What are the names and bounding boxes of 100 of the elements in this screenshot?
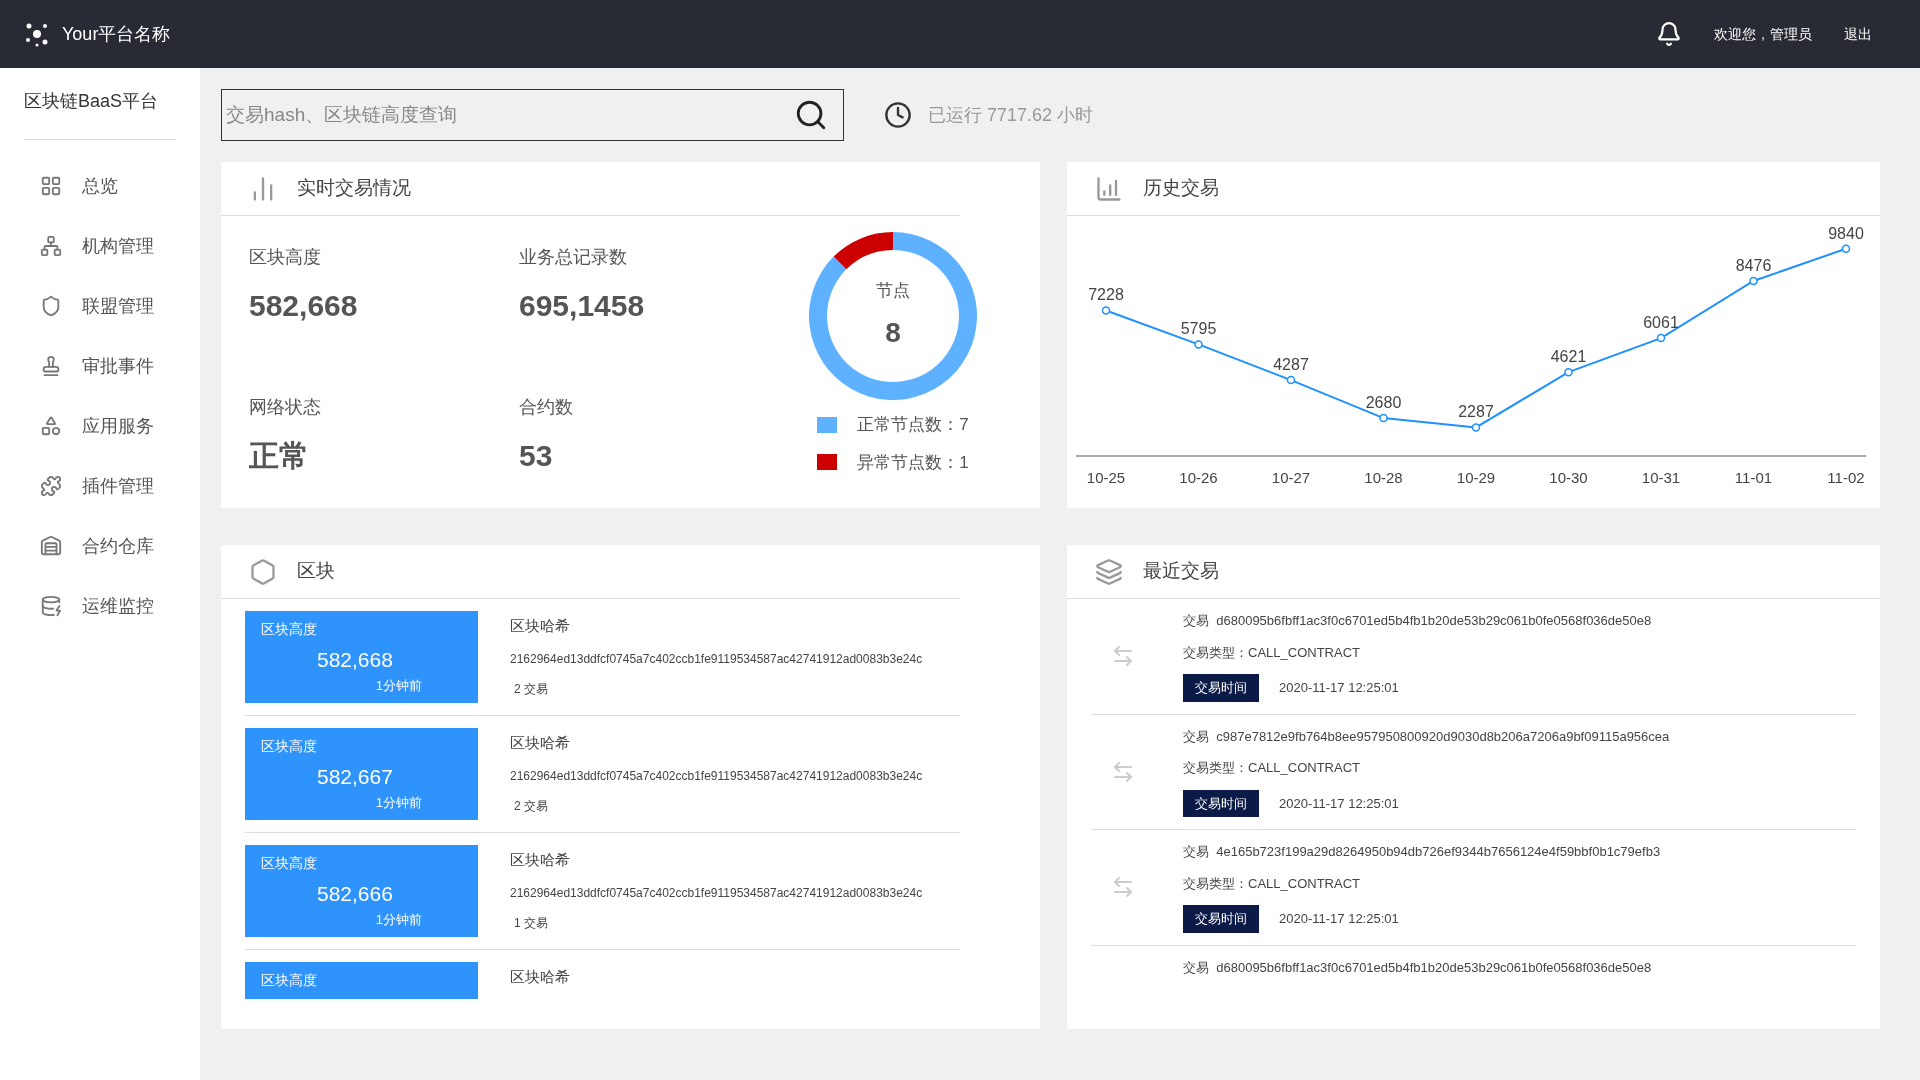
data-point	[1841, 244, 1851, 253]
transaction-time: 2020-11-17 12:25:01	[1279, 910, 1399, 928]
sidebar-item[interactable]: 合约仓库	[24, 516, 176, 576]
data-point	[1194, 340, 1203, 349]
block-hash-label: 区块哈希	[510, 733, 571, 753]
data-label: 2680	[1365, 394, 1402, 412]
block-height-label: 区块高度	[261, 854, 318, 873]
block-age: 1分钟前	[375, 910, 422, 929]
database-icon	[40, 595, 62, 617]
sidebar-item[interactable]: 运维监控	[24, 576, 176, 636]
transaction-type: 交易类型：CALL_CONTRACT	[1183, 643, 1361, 662]
transaction-count: 2 交易	[513, 680, 549, 698]
block-hash-label: 区块哈希	[510, 967, 570, 987]
puzzle-icon	[40, 475, 62, 497]
hexagon-icon	[249, 557, 277, 586]
stamp-icon	[40, 355, 62, 377]
panel-title: 最近交易	[1143, 559, 1219, 584]
x-tick-label: 10-27	[1271, 469, 1311, 486]
house-icon	[40, 535, 62, 557]
data-point	[1379, 413, 1388, 423]
block-height-label: 区块高度	[261, 737, 318, 756]
block-hash: 2162964ed13ddfcf0745a7c402ccb1fe9119534587ac42741912ad0083b3e24c	[510, 884, 923, 902]
data-point	[1471, 423, 1481, 432]
block-height: 582,666	[316, 881, 394, 907]
chart-icon	[1095, 174, 1123, 203]
sidebar-item[interactable]: 总览	[24, 156, 176, 216]
stat-label: 区块高度	[249, 246, 322, 269]
transaction-type: 交易类型：CALL_CONTRACT	[1183, 874, 1361, 893]
search-icon[interactable]	[794, 98, 828, 132]
data-label: 4621	[1550, 348, 1587, 366]
transfer-icon	[1111, 875, 1135, 900]
clock-icon	[884, 101, 912, 129]
data-label: 6061	[1643, 314, 1679, 332]
sidebar-title: 区块链BaaS平台	[24, 88, 176, 140]
block-hash-label: 区块哈希	[510, 616, 571, 636]
stat-value: 582,668	[249, 288, 359, 324]
transaction-count: 1 交易	[513, 914, 549, 932]
data-label: 9840	[1828, 224, 1864, 242]
donut-value: 8	[885, 315, 901, 350]
hierarchy-icon	[40, 235, 62, 257]
block-hash-label: 区块哈希	[510, 850, 571, 870]
notification-bell-icon[interactable]	[1656, 21, 1682, 47]
uptime-text: 已运行 7717.62 小时	[928, 103, 1094, 127]
donut-label: 节点	[876, 280, 910, 303]
shield-icon	[40, 295, 62, 317]
stat-value: 53	[519, 438, 554, 474]
block-height: 582,668	[316, 647, 394, 673]
stat-value: 正常	[249, 438, 310, 474]
sidebar-item[interactable]: 插件管理	[24, 456, 176, 516]
data-point	[1286, 375, 1296, 385]
block-height: 582,667	[316, 764, 394, 790]
transaction-hash[interactable]: 交易 d680095b6fbff1ac3f0c6701ed5b4fb1b20de53b29c061b0fe0568f036de50e8	[1183, 957, 1652, 977]
data-point	[1749, 276, 1758, 286]
x-tick-label: 10-30	[1549, 469, 1588, 486]
data-point	[1656, 333, 1666, 343]
data-label: 8476	[1735, 257, 1772, 274]
data-point	[1101, 306, 1111, 315]
layers-icon	[1095, 557, 1123, 586]
transaction-hash[interactable]: 交易 c987e7812e9fb764b8ee957950800920d9030d8b206a7206a9bf09115a956cea	[1183, 726, 1670, 746]
transaction-time: 2020-11-17 12:25:01	[1279, 794, 1399, 813]
transaction-hash[interactable]: 交易 d680095b6fbff1ac3f0c6701ed5b4fb1b20de53b29c061b0fe0568f036de50e8	[1183, 611, 1652, 631]
x-tick-label: 10-25	[1086, 469, 1126, 486]
transfer-icon	[1111, 644, 1135, 669]
data-label: 2287	[1458, 403, 1494, 421]
logo-icon	[24, 21, 50, 47]
x-tick-label: 10-31	[1641, 469, 1681, 486]
panel-title: 区块	[297, 559, 335, 584]
block-height-label: 区块高度	[261, 620, 318, 639]
block-age: 1分钟前	[375, 793, 422, 812]
stat-value: 695,1458	[519, 288, 646, 324]
panel-title: 历史交易	[1143, 176, 1219, 201]
time-tag: 交易时间	[1183, 905, 1259, 933]
sidebar-item[interactable]: 审批事件	[24, 336, 176, 396]
transaction-time: 2020-11-17 12:25:01	[1279, 679, 1399, 697]
data-label: 7228	[1088, 286, 1124, 304]
transfer-icon	[1111, 759, 1135, 784]
time-tag: 交易时间	[1183, 674, 1259, 702]
x-tick-label: 10-28	[1364, 469, 1403, 486]
stat-label: 合约数	[519, 396, 574, 419]
logout-link[interactable]: 退出	[1844, 23, 1872, 45]
panel-title: 实时交易情况	[297, 176, 411, 201]
data-label: 4287	[1273, 356, 1309, 374]
legend-label: 正常节点数：7	[857, 414, 969, 436]
shapes-icon	[40, 415, 62, 437]
sidebar-item[interactable]: 机构管理	[24, 216, 176, 276]
sidebar-item[interactable]: 联盟管理	[24, 276, 176, 336]
x-tick-label: 11-01	[1734, 469, 1773, 486]
x-tick-label: 11-02	[1827, 469, 1865, 486]
search-field[interactable]: 交易hash、区块链高度查询	[221, 89, 844, 141]
block-hash: 2162964ed13ddfcf0745a7c402ccb1fe9119534587ac42741912ad0083b3e24c	[510, 650, 923, 668]
transaction-hash[interactable]: 交易 4e165b723f199a29d8264950b94db726ef9344b7656124e4f59bbf0b1c79efb3	[1183, 842, 1661, 862]
block-height-label: 区块高度	[261, 971, 318, 990]
brand-name: Your平台名称	[62, 22, 171, 46]
data-label: 5795	[1180, 320, 1217, 338]
block-hash: 2162964ed13ddfcf0745a7c402ccb1fe9119534587ac42741912ad0083b3e24c	[510, 767, 923, 785]
sidebar-item[interactable]: 应用服务	[24, 396, 176, 456]
block-age: 1分钟前	[375, 676, 422, 695]
legend-label: 异常节点数：1	[857, 451, 969, 474]
stat-label: 业务总记录数	[519, 246, 628, 269]
transaction-count: 2 交易	[513, 797, 549, 815]
